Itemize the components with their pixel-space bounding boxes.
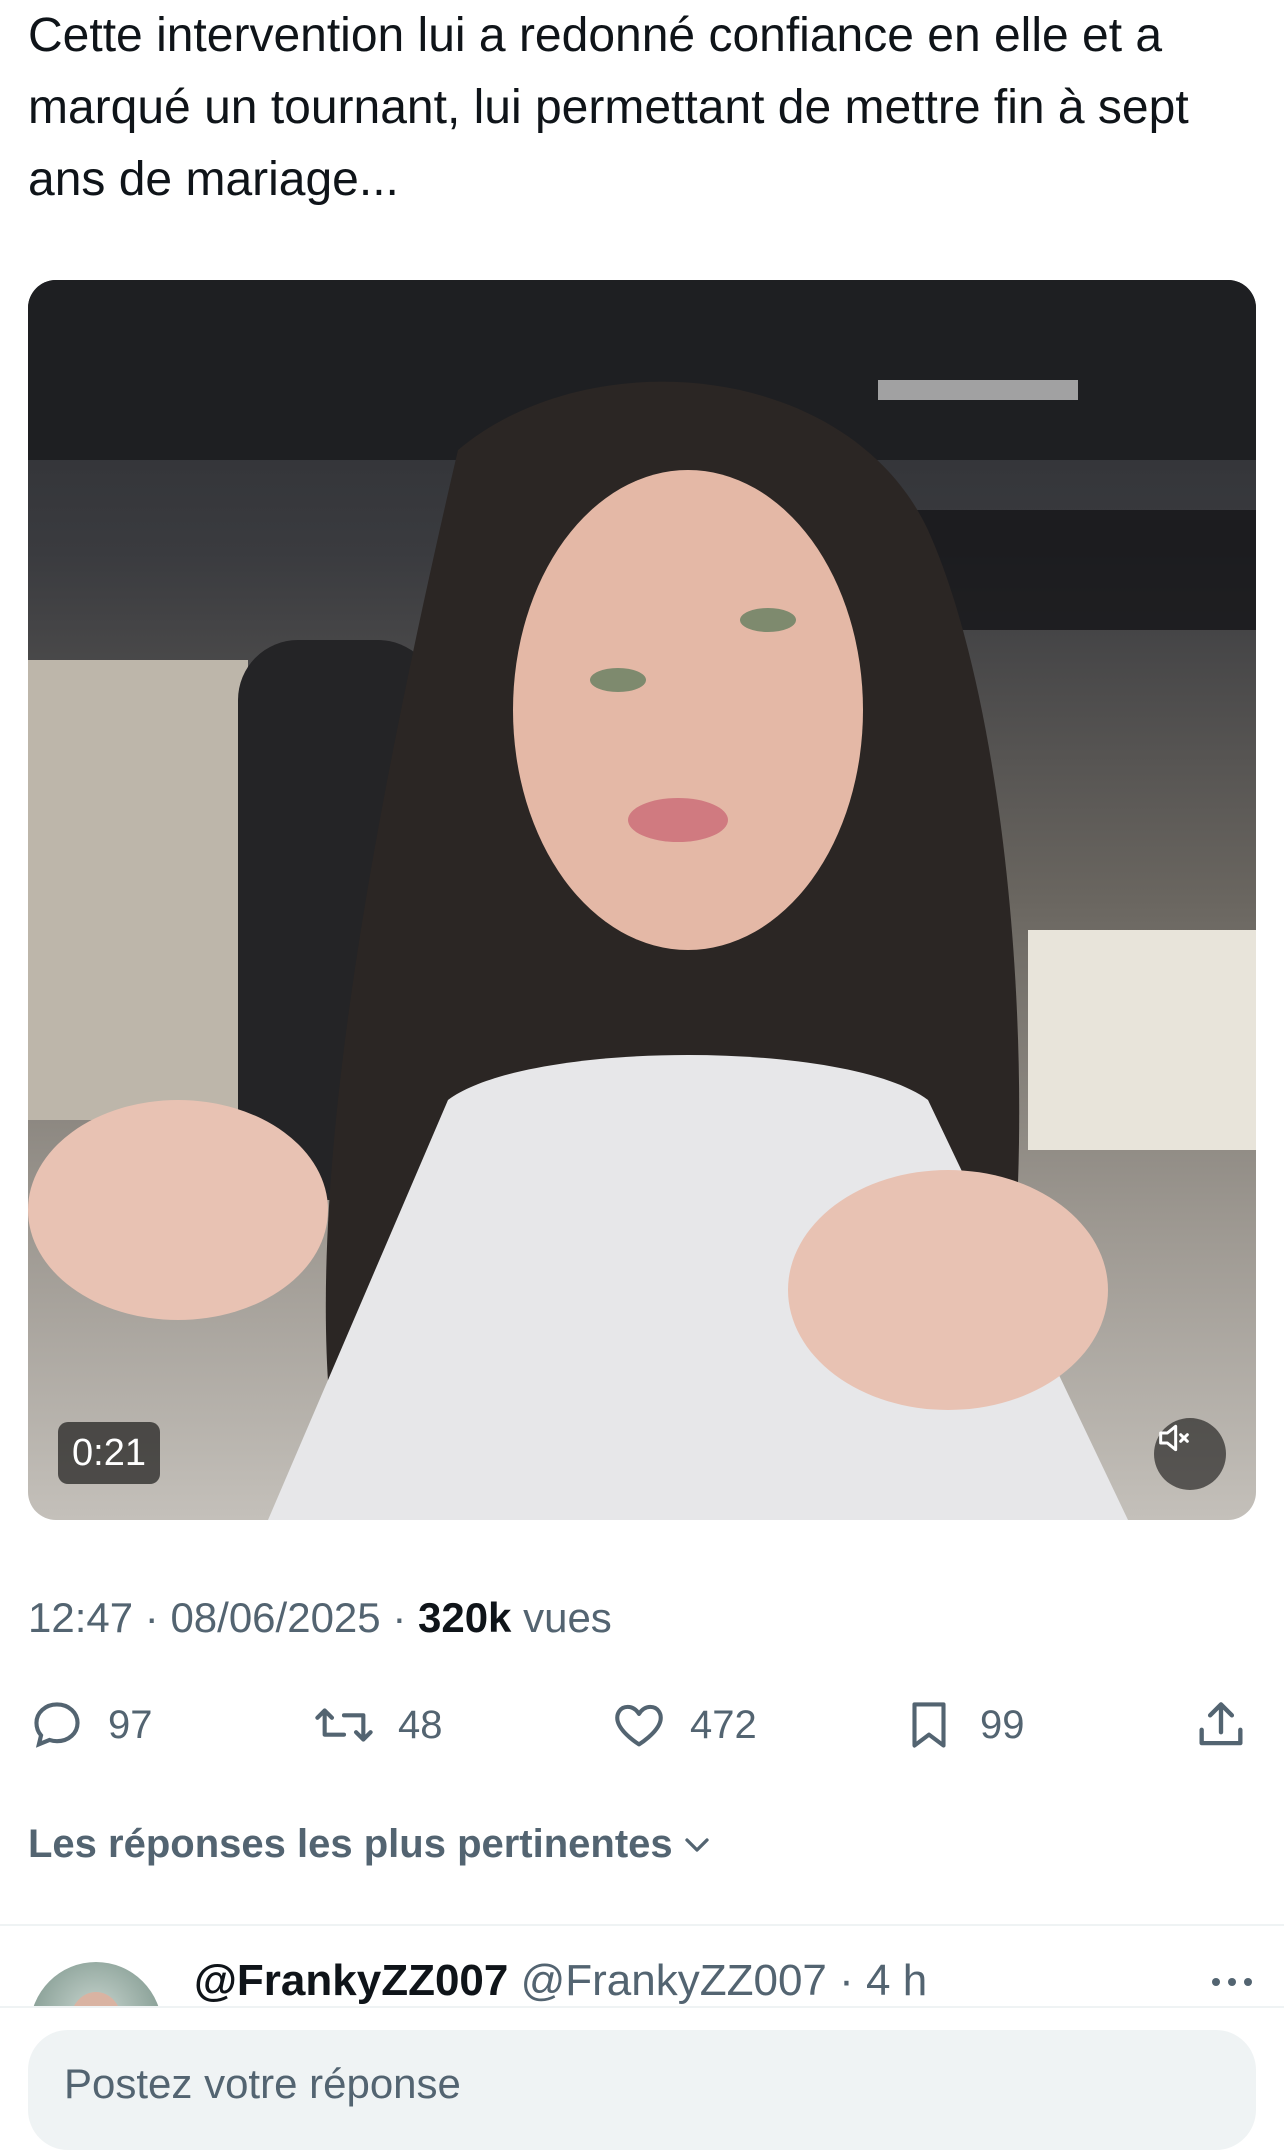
reply-time[interactable]: 4 h bbox=[866, 1956, 927, 2005]
retweet-button[interactable]: 48 bbox=[312, 1690, 443, 1760]
avatar[interactable] bbox=[30, 1962, 162, 2006]
reply-button[interactable]: 97 bbox=[28, 1690, 153, 1760]
tweet-meta: 12:47 · 08/06/2025 · 320k vues bbox=[28, 1594, 612, 1642]
meta-separator: · bbox=[133, 1594, 171, 1641]
reply-composer-bar: Postez votre réponse bbox=[0, 2006, 1284, 2150]
reply-input[interactable]: Postez votre réponse bbox=[28, 2030, 1256, 2150]
bookmark-button[interactable]: 99 bbox=[900, 1690, 1025, 1760]
chevron-down-icon bbox=[685, 1837, 709, 1852]
video-player[interactable]: 0:21 bbox=[28, 280, 1256, 1520]
reply-item[interactable]: @FrankyZZ007 @FrankyZZ007 · 4 h bbox=[0, 1926, 1284, 2006]
tweet-actions: 97 48 472 99 bbox=[0, 1690, 1284, 1760]
meta-separator: · bbox=[380, 1594, 418, 1641]
video-duration: 0:21 bbox=[58, 1422, 160, 1484]
reply-icon bbox=[34, 1702, 80, 1748]
like-count: 472 bbox=[690, 1702, 757, 1747]
retweet-icon bbox=[315, 1708, 373, 1742]
mute-button[interactable] bbox=[1154, 1418, 1226, 1490]
reply-count: 97 bbox=[108, 1702, 153, 1747]
video-frame bbox=[28, 280, 1256, 1520]
view-label: vues bbox=[511, 1594, 612, 1641]
tweet-text: Cette intervention lui a redonné confian… bbox=[28, 9, 1189, 206]
replies-sort-dropdown[interactable]: Les réponses les plus pertinentes bbox=[28, 1822, 717, 1867]
share-button[interactable] bbox=[1192, 1690, 1272, 1760]
reply-author-handle[interactable]: @FrankyZZ007 bbox=[521, 1956, 827, 2005]
reply-author-name[interactable]: @FrankyZZ007 bbox=[194, 1956, 508, 2005]
reply-separator: · bbox=[826, 1956, 867, 2005]
reply-header: @FrankyZZ007 @FrankyZZ007 · 4 h bbox=[194, 1956, 927, 2006]
retweet-count: 48 bbox=[398, 1702, 443, 1747]
more-icon[interactable] bbox=[1210, 1976, 1254, 1988]
tweet-time[interactable]: 12:47 bbox=[28, 1594, 133, 1641]
view-count: 320k bbox=[417, 1594, 512, 1641]
bookmark-count: 99 bbox=[980, 1702, 1025, 1747]
like-button[interactable]: 472 bbox=[610, 1690, 757, 1760]
avatar-image bbox=[74, 1992, 118, 2006]
replies-sort-label: Les réponses les plus pertinentes bbox=[28, 1822, 673, 1866]
reply-input-placeholder: Postez votre réponse bbox=[64, 2060, 461, 2107]
speaker-muted-icon bbox=[1159, 1424, 1189, 1452]
share-icon bbox=[1199, 1702, 1243, 1746]
tweet-date[interactable]: 08/06/2025 bbox=[170, 1594, 380, 1641]
heart-icon bbox=[615, 1704, 663, 1747]
bookmark-icon bbox=[912, 1702, 946, 1748]
